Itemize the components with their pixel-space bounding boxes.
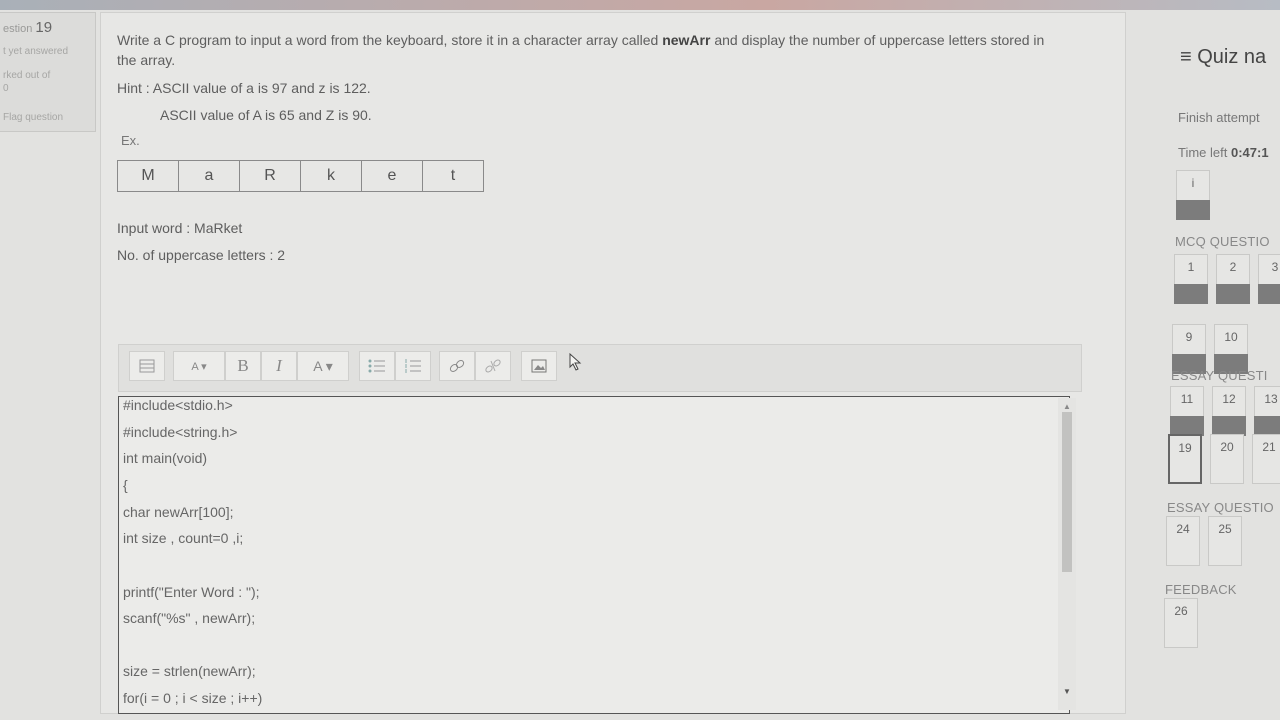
nav-question-label: 2	[1229, 260, 1237, 274]
answer-status: t yet answered	[3, 46, 69, 57]
answer-editor[interactable]: #include<stdio.h> #include<string.h> int…	[118, 396, 1070, 714]
link-icon	[449, 360, 465, 372]
nav-question-button[interactable]: 20	[1210, 434, 1244, 484]
nav-question-button[interactable]: 13	[1254, 386, 1280, 436]
unlink-icon	[485, 359, 501, 373]
mouse-cursor-icon	[569, 352, 583, 376]
cursor-arrow-icon	[569, 352, 582, 371]
nav-question-label: 3	[1271, 260, 1279, 274]
array-cell: k	[300, 160, 362, 192]
ordered-list-button[interactable]	[395, 351, 431, 381]
array-cell: M	[117, 160, 179, 192]
bullet-list-icon	[368, 359, 385, 373]
question-text-start: Write a C program to input a word from t…	[117, 32, 663, 48]
nav-question-label: 26	[1174, 604, 1188, 618]
editor-toolbar: A ▾ B I A ▾	[118, 344, 1082, 392]
nav-question-button[interactable]: 12	[1212, 386, 1246, 436]
unordered-list-button[interactable]	[359, 351, 395, 381]
nav-question-button[interactable]: 24	[1166, 516, 1200, 566]
marks-label: rked out of	[3, 70, 51, 81]
editor-scrollbar[interactable]: ▲ ▼	[1058, 398, 1076, 710]
example-uppercase-count: No. of uppercase letters : 2	[117, 247, 286, 263]
code-line: int size , count=0 ,i;	[123, 530, 244, 546]
array-cell: t	[422, 160, 484, 192]
nav-question-button[interactable]: 3	[1258, 254, 1280, 304]
nav-question-button-current[interactable]: 19	[1168, 434, 1202, 484]
nav-question-label: 13	[1264, 392, 1278, 406]
nav-question-label: 12	[1222, 392, 1236, 406]
quiz-navigation: ≡ Quiz na Finish attempt Time left 0:47:…	[1160, 24, 1280, 714]
code-line: char newArr[100];	[123, 504, 234, 520]
nav-question-button[interactable]: 26	[1164, 598, 1198, 648]
code-line: #include<stdio.h>	[123, 397, 233, 413]
unlink-button[interactable]	[475, 351, 511, 381]
array-name: newArr	[662, 32, 711, 48]
question-label: estion	[3, 23, 33, 35]
question-number-value: 19	[35, 19, 53, 36]
nav-question-button[interactable]: 1	[1174, 254, 1208, 304]
array-cell: e	[361, 160, 423, 192]
essay-section-1-title: ESSAY QUESTI	[1171, 368, 1268, 383]
nav-question-button[interactable]: 25	[1208, 516, 1242, 566]
nav-question-label: 20	[1220, 440, 1234, 454]
code-line: for(i = 0 ; i < size ; i++)	[123, 690, 263, 706]
code-line: size = strlen(newArr);	[123, 663, 256, 679]
nav-question-label: 9	[1185, 330, 1193, 344]
finish-attempt-link[interactable]: Finish attempt	[1178, 110, 1260, 125]
example-label: Ex.	[121, 133, 140, 148]
example-array-table: M a R k e t	[117, 160, 484, 192]
nav-question-label: 11	[1180, 392, 1194, 406]
numbered-list-icon	[405, 359, 421, 373]
example-input-word: Input word : MaRket	[117, 220, 243, 236]
nav-question-button[interactable]: 10	[1214, 324, 1248, 374]
nav-question-label: 24	[1176, 522, 1190, 536]
top-header-band	[0, 0, 1280, 10]
scrollbar-thumb[interactable]	[1062, 412, 1072, 572]
nav-question-label: 1	[1187, 260, 1195, 274]
essay-section-2-title: ESSAY QUESTIO	[1167, 500, 1274, 515]
nav-question-label: 19	[1178, 441, 1192, 455]
code-line: #include<string.h>	[123, 424, 238, 440]
question-text: Write a C program to input a word from t…	[117, 30, 1057, 70]
info-item-button[interactable]: i	[1176, 170, 1210, 220]
array-cell: a	[178, 160, 240, 192]
toggle-toolbar-button[interactable]	[129, 351, 165, 381]
nav-question-label: 25	[1218, 522, 1232, 536]
font-color-button[interactable]: A ▾	[297, 351, 349, 381]
nav-question-label: 21	[1262, 440, 1276, 454]
hint-line-1: Hint : ASCII value of a is 97 and z is 1…	[117, 80, 371, 96]
nav-question-button[interactable]: 11	[1170, 386, 1204, 436]
time-left: Time left 0:47:1	[1178, 145, 1269, 160]
insert-link-button[interactable]	[439, 351, 475, 381]
code-line: int main(void)	[123, 450, 208, 466]
nav-question-button[interactable]: 21	[1252, 434, 1280, 484]
nav-question-label: 10	[1224, 330, 1238, 344]
scroll-down-icon[interactable]: ▼	[1063, 687, 1071, 696]
flag-question-link[interactable]: Flag question	[3, 112, 63, 123]
nav-question-button[interactable]: 2	[1216, 254, 1250, 304]
question-number: estion 19	[3, 19, 52, 36]
hint-line-2: ASCII value of A is 65 and Z is 90.	[160, 107, 372, 123]
italic-button[interactable]: I	[261, 351, 297, 381]
code-line: {	[123, 477, 128, 493]
nav-question-button[interactable]: 9	[1172, 324, 1206, 374]
question-info-box: estion 19 t yet answered rked out of 0 F…	[0, 12, 96, 132]
time-left-label: Time left	[1178, 145, 1231, 160]
marks-value: 0	[3, 83, 9, 94]
code-line: scanf("%s" , newArr);	[123, 610, 256, 626]
quiz-nav-title: ≡ Quiz na	[1180, 46, 1267, 68]
toolbar-toggle-icon	[139, 359, 155, 373]
image-icon	[531, 359, 547, 373]
info-item-label: i	[1191, 176, 1195, 190]
bold-button[interactable]: B	[225, 351, 261, 381]
font-size-button[interactable]: A ▾	[173, 351, 225, 381]
time-left-value: 0:47:1	[1230, 145, 1269, 160]
mcq-section-title: MCQ QUESTIO	[1175, 234, 1270, 249]
array-cell: R	[239, 160, 301, 192]
code-line: printf("Enter Word : ");	[123, 584, 260, 600]
feedback-section-title: FEEDBACK	[1165, 582, 1237, 597]
insert-image-button[interactable]	[521, 351, 557, 381]
scroll-up-icon[interactable]: ▲	[1063, 402, 1071, 411]
